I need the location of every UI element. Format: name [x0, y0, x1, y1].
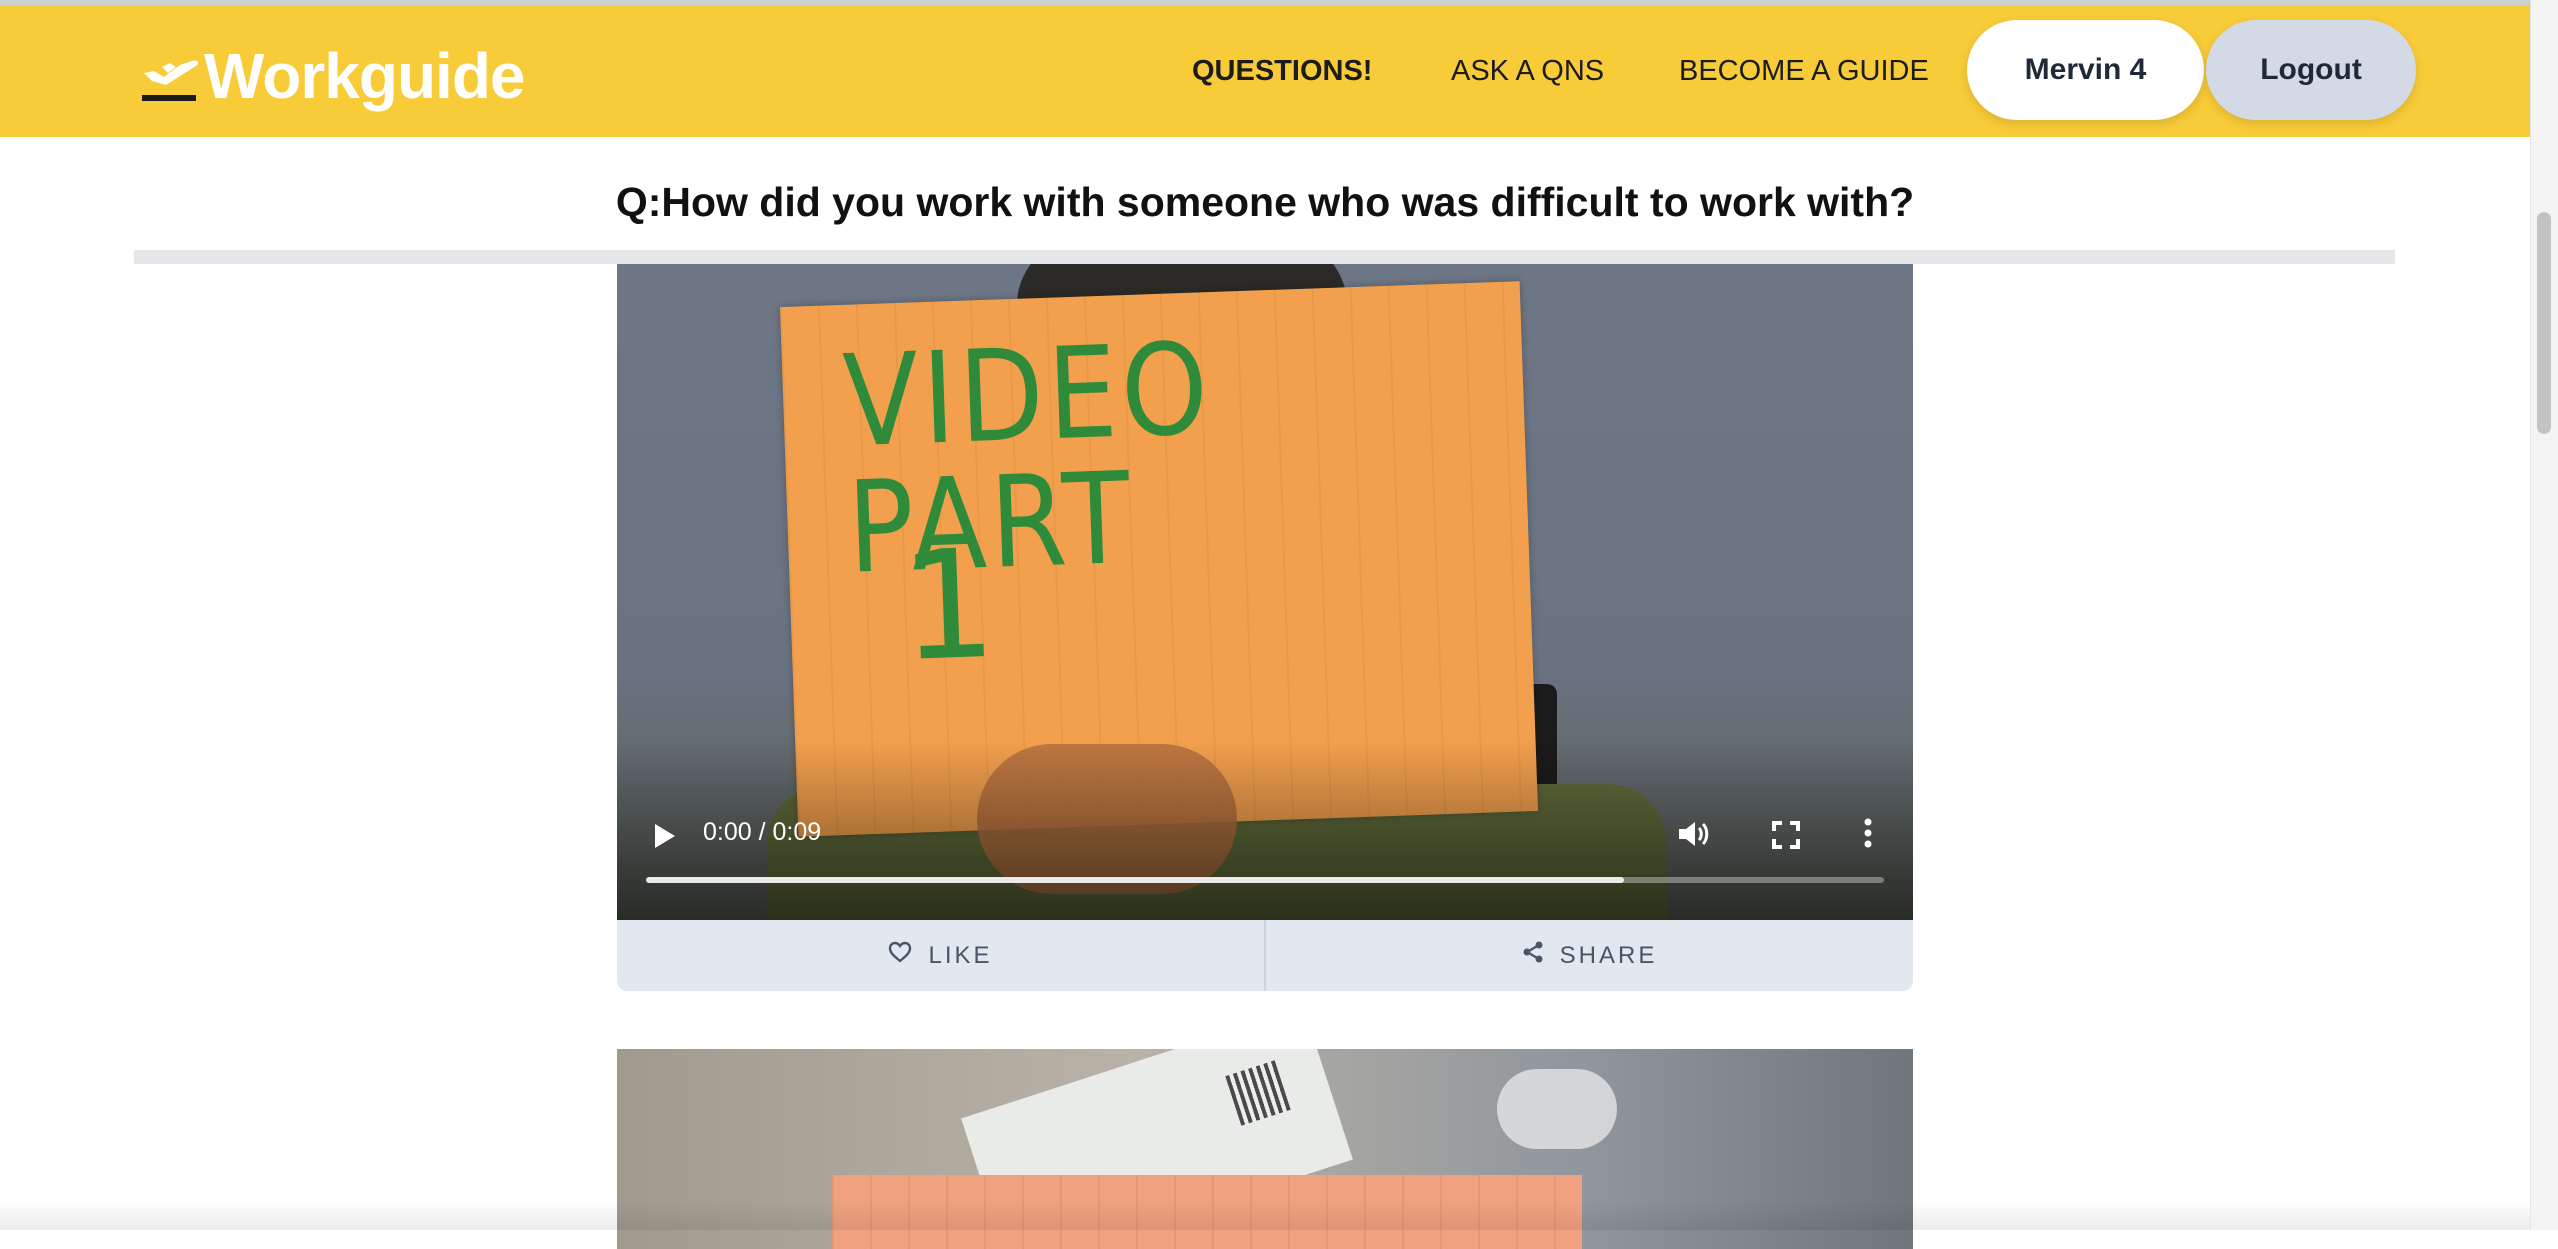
play-icon[interactable] [651, 821, 677, 851]
nav-link-ask-a-qns[interactable]: ASK A QNS [1451, 55, 1604, 88]
video-card-number: 1 [897, 517, 999, 695]
viewport-bottom-shadow [0, 1200, 2530, 1230]
video2-plastic-item [1497, 1069, 1617, 1149]
user-profile-button[interactable]: Mervin 4 [1967, 20, 2204, 120]
fullscreen-icon[interactable] [1772, 821, 1800, 849]
video-player[interactable]: VIDEO PART 1 0:00 / 0:09 [617, 264, 1913, 920]
like-label: LIKE [928, 941, 993, 969]
section-divider [134, 250, 2395, 264]
scrollbar-thumb[interactable] [2537, 212, 2551, 434]
question-title: Q:How did you work with someone who was … [615, 179, 1915, 226]
brand-name: Workguide [204, 40, 525, 112]
navbar: Workguide QUESTIONS! ASK A QNS BECOME A … [0, 5, 2530, 137]
share-label: SHARE [1559, 941, 1658, 969]
video-progress-bar[interactable] [646, 877, 1884, 883]
more-options-icon[interactable] [1864, 818, 1872, 848]
scrollbar-track[interactable] [2530, 0, 2558, 1230]
nav-link-become-a-guide[interactable]: BECOME A GUIDE [1679, 55, 1929, 88]
plane-departure-icon [140, 43, 202, 109]
video-progress-fill [646, 877, 1625, 883]
nav-link-questions[interactable]: QUESTIONS! [1192, 55, 1372, 88]
video-time-display: 0:00 / 0:09 [703, 818, 822, 846]
like-button[interactable]: LIKE [617, 920, 1264, 991]
volume-icon[interactable] [1677, 819, 1711, 849]
brand-logo-link[interactable]: Workguide [140, 40, 525, 112]
share-button[interactable]: SHARE [1264, 920, 1913, 991]
video-action-bar: LIKE SHARE [617, 920, 1913, 991]
share-icon [1522, 941, 1544, 970]
heart-icon [888, 941, 912, 970]
logout-button[interactable]: Logout [2206, 20, 2416, 120]
